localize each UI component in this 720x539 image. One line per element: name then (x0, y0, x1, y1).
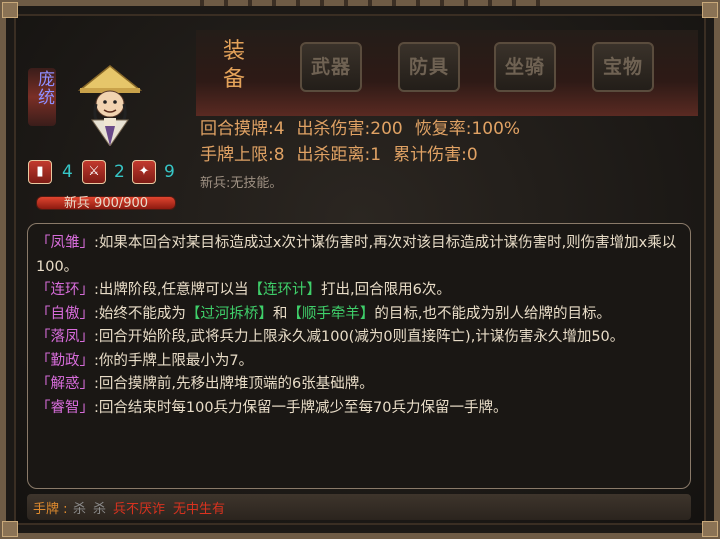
skill-entry: 「解惑」:回合摸牌前,先移出牌堆顶端的6张基础牌。 (36, 373, 680, 397)
top-trim (180, 0, 540, 6)
skill-text: 打出,回合限用6次。 (321, 282, 451, 298)
skill-name: 「连环」 (36, 282, 94, 298)
info-total-damage: 累计伤害:0 (393, 145, 478, 165)
slot-mount[interactable]: 坐骑 (494, 42, 556, 92)
hand-bar: 手牌 : 杀 杀 兵不厌诈 无中生有 (27, 494, 691, 520)
skill-text: :回合摸牌前,先移出牌堆顶端的6张基础牌。 (94, 376, 374, 392)
info-hand-limit: 手牌上限:8 (200, 145, 285, 165)
hero-portrait (77, 65, 143, 146)
skill-text: :出牌阶段,任意牌可以当 (94, 282, 249, 298)
skill-name: 「睿智」 (36, 399, 94, 416)
hand-card[interactable]: 杀 (73, 498, 86, 517)
info-row-1: 回合摸牌:4 出杀伤害:200 恢复率:100% (200, 116, 532, 142)
skill-text: :回合开始阶段,武将兵力上限永久减100(减为0则直接阵亡),计谋伤害永久增加5… (94, 329, 625, 345)
skill-text: :你的手牌上限最小为7。 (94, 352, 254, 369)
slot-armor[interactable]: 防具 (398, 42, 460, 92)
skill-name: 「自傲」 (36, 305, 94, 322)
slot-weapon[interactable]: 武器 (300, 42, 362, 92)
skill-entry: 「落凤」:回合开始阶段,武将兵力上限永久减100(减为0则直接阵亡),计谋伤害永… (36, 326, 680, 350)
info-recovery: 恢复率:100% (414, 119, 521, 139)
card-icon: ▮ (28, 160, 52, 184)
corner-ornament (702, 2, 718, 18)
info-row-2: 手牌上限:8 出杀距离:1 累计伤害:0 (200, 142, 490, 168)
skill-name: 「解惑」 (36, 376, 94, 392)
sword-icon: ⚔ (82, 160, 106, 184)
hp-text: 新兵 900/900 (63, 196, 149, 211)
skill-text: :回合结束时每100兵力保留一手牌减少至每70兵力保留一手牌。 (94, 399, 508, 416)
skill-entry: 「凤雏」:如果本回合对某目标造成过x次计谋伤害时,再次对该目标造成计谋伤害时,则… (36, 232, 680, 279)
hand-card[interactable]: 杀 (93, 498, 106, 517)
corner-ornament (2, 2, 18, 18)
rank-note: 新兵:无技能。 (200, 176, 283, 191)
stat-hand-count: 4 (62, 162, 73, 182)
skill-name: 「凤雏」 (36, 235, 94, 251)
hand-label: 手牌 : (33, 502, 68, 517)
hand-card[interactable]: 无中生有 (173, 498, 225, 517)
corner-ornament (2, 521, 18, 537)
skill-card-reference: 【顺手牵羊】 (287, 305, 375, 322)
stat-defense: 9 (164, 162, 175, 182)
skill-text: :如果本回合对某目标造成过x次计谋伤害时,再次对该目标造成计谋伤害时,则伤害增加… (36, 235, 677, 275)
skill-entry: 「勤政」:你的手牌上限最小为7。 (36, 350, 680, 374)
skill-text: :始终不能成为 (94, 305, 186, 322)
skill-entry: 「连环」:出牌阶段,任意牌可以当【连环计】打出,回合限用6次。 (36, 279, 680, 303)
slot-treasure[interactable]: 宝物 (592, 42, 654, 92)
skill-entry: 「睿智」:回合结束时每100兵力保留一手牌减少至每70兵力保留一手牌。 (36, 397, 680, 421)
skill-name: 「落凤」 (36, 329, 94, 345)
hero-name: 庞统 (34, 70, 54, 106)
info-kill-damage: 出杀伤害:200 (296, 119, 403, 139)
hand-card[interactable]: 兵不厌诈 (113, 498, 165, 517)
armor-icon: ✦ (132, 160, 156, 184)
skill-entry: 「自傲」:始终不能成为【过河拆桥】和【顺手牵羊】的目标,也不能成为别人给牌的目标… (36, 303, 680, 327)
skill-text: 的目标,也不能成为别人给牌的目标。 (374, 305, 611, 322)
skill-text: 和 (272, 305, 288, 322)
skills-panel: 「凤雏」:如果本回合对某目标造成过x次计谋伤害时,再次对该目标造成计谋伤害时,则… (27, 223, 691, 489)
equipment-label: 装备 (222, 39, 245, 92)
skill-name: 「勤政」 (36, 352, 94, 369)
hero-stats: ▮ 4 ⚔ 2 ✦ 9 (28, 160, 188, 186)
info-draw: 回合摸牌:4 (200, 119, 285, 139)
stat-attack: 2 (114, 162, 125, 182)
skill-card-reference: 【连环计】 (248, 282, 322, 298)
skill-card-reference: 【过河拆桥】 (185, 305, 273, 322)
corner-ornament (702, 521, 718, 537)
info-kill-range: 出杀距离:1 (296, 145, 382, 165)
